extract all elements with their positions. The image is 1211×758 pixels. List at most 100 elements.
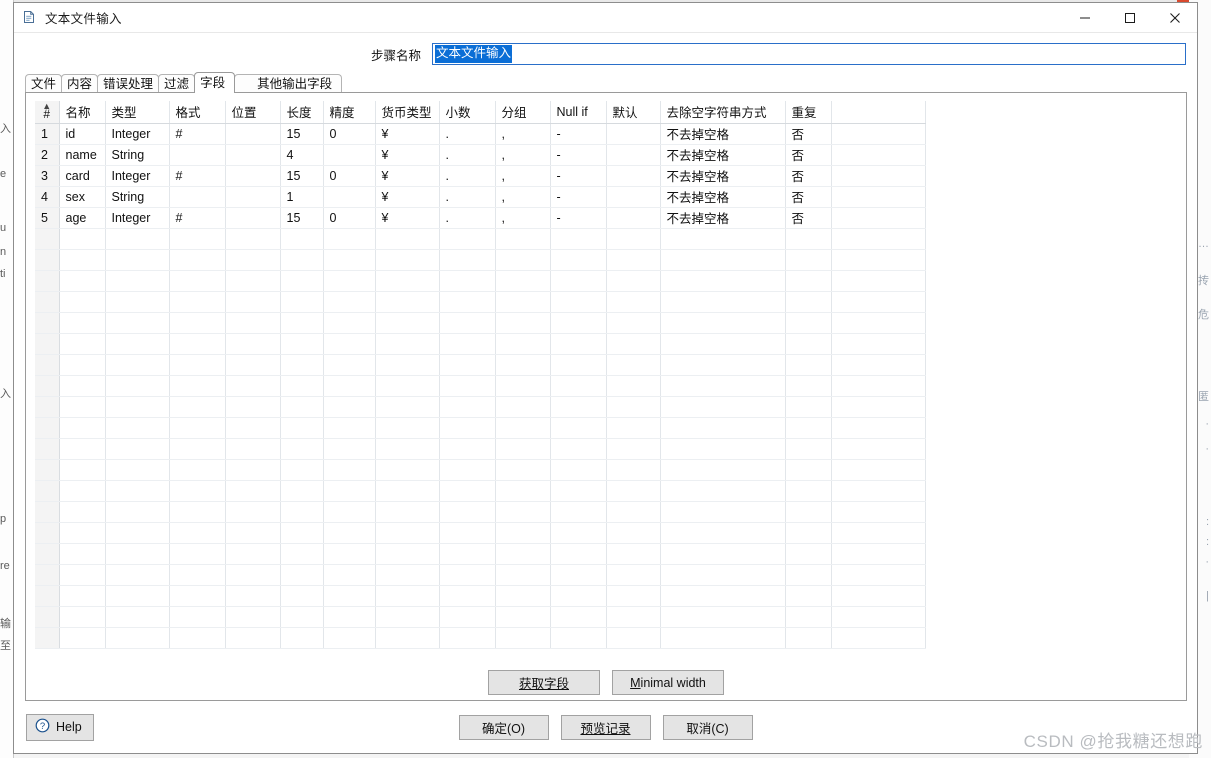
- cell-默认[interactable]: [606, 123, 661, 145]
- cell-货币类型[interactable]: ¥: [375, 186, 440, 208]
- cell-货币类型[interactable]: ¥: [375, 207, 440, 229]
- cell-精度[interactable]: 0: [323, 123, 376, 145]
- maximize-button[interactable]: [1107, 3, 1152, 32]
- cell-小数[interactable]: .: [439, 207, 496, 229]
- table-row-empty[interactable]: [35, 480, 926, 502]
- table-row-empty[interactable]: [35, 543, 926, 565]
- cell-分组[interactable]: ,: [495, 207, 551, 229]
- cell-类型[interactable]: Integer: [105, 123, 170, 145]
- grid-col-format[interactable]: 格式: [169, 101, 226, 124]
- tab-error-handling[interactable]: 错误处理: [97, 74, 160, 93]
- grid-col-decimal[interactable]: 小数: [439, 101, 496, 124]
- cell-去除空字符串方式[interactable]: 不去掉空格: [660, 144, 786, 166]
- cell-类型[interactable]: Integer: [105, 165, 170, 187]
- cell-格式[interactable]: [169, 144, 226, 166]
- table-row-empty[interactable]: [35, 228, 926, 250]
- cell-去除空字符串方式[interactable]: 不去掉空格: [660, 207, 786, 229]
- cell-小数[interactable]: .: [439, 165, 496, 187]
- table-row-empty[interactable]: [35, 333, 926, 355]
- grid-col-trim-type[interactable]: 去除空字符串方式: [660, 101, 786, 124]
- grid-col-name[interactable]: 名称: [59, 101, 106, 124]
- help-button[interactable]: ? Help: [26, 713, 94, 741]
- cell-精度[interactable]: [323, 186, 376, 208]
- cell-货币类型[interactable]: ¥: [375, 123, 440, 145]
- preview-records-button[interactable]: 预览记录: [560, 714, 651, 740]
- grid-col-repeat[interactable]: 重复: [785, 101, 832, 124]
- cell-精度[interactable]: 0: [323, 207, 376, 229]
- cell-类型[interactable]: Integer: [105, 207, 170, 229]
- cell-格式[interactable]: #: [169, 123, 226, 145]
- table-row-empty[interactable]: [35, 249, 926, 271]
- cell-名称[interactable]: name: [59, 144, 106, 166]
- cell-货币类型[interactable]: ¥: [375, 144, 440, 166]
- table-row-empty[interactable]: [35, 501, 926, 523]
- cell-位置[interactable]: [225, 144, 281, 166]
- cell-Null if[interactable]: -: [550, 207, 607, 229]
- grid-col-position[interactable]: 位置: [225, 101, 281, 124]
- cell-长度[interactable]: 15: [280, 165, 324, 187]
- cell-Null if[interactable]: -: [550, 186, 607, 208]
- table-row-empty[interactable]: [35, 522, 926, 544]
- cell-精度[interactable]: [323, 144, 376, 166]
- table-row[interactable]: 5 age Integer #15 0 ¥., - 不去掉空格否: [35, 207, 926, 229]
- cell-Null if[interactable]: -: [550, 165, 607, 187]
- tab-additional-output-fields[interactable]: 其他输出字段: [234, 74, 343, 93]
- cell-去除空字符串方式[interactable]: 不去掉空格: [660, 186, 786, 208]
- grid-col-rownum[interactable]: ▲ #: [35, 101, 60, 124]
- cell-位置[interactable]: [225, 186, 281, 208]
- table-row[interactable]: 4 sex String 1 ¥., - 不去掉空格否: [35, 186, 926, 208]
- tab-file[interactable]: 文件: [25, 74, 63, 93]
- cell-长度[interactable]: 15: [280, 207, 324, 229]
- cell-类型[interactable]: String: [105, 186, 170, 208]
- table-row[interactable]: 3 card Integer #15 0 ¥., - 不去掉空格否: [35, 165, 926, 187]
- cell-去除空字符串方式[interactable]: 不去掉空格: [660, 123, 786, 145]
- table-row-empty[interactable]: [35, 585, 926, 607]
- step-name-input[interactable]: 文本文件输入: [432, 43, 1186, 65]
- cell-重复[interactable]: 否: [785, 144, 832, 166]
- grid-col-currency[interactable]: 货币类型: [375, 101, 440, 124]
- cell-分组[interactable]: ,: [495, 144, 551, 166]
- cell-重复[interactable]: 否: [785, 165, 832, 187]
- cell-小数[interactable]: .: [439, 186, 496, 208]
- cell-Null if[interactable]: -: [550, 144, 607, 166]
- tab-fields[interactable]: 字段: [194, 72, 236, 93]
- close-button[interactable]: [1152, 3, 1197, 32]
- cell-默认[interactable]: [606, 207, 661, 229]
- cell-名称[interactable]: sex: [59, 186, 106, 208]
- table-row-empty[interactable]: [35, 375, 926, 397]
- cell-名称[interactable]: id: [59, 123, 106, 145]
- table-row-empty[interactable]: [35, 606, 926, 628]
- fields-grid-container[interactable]: ▲ # 名称 类型 格式 位置 长度 精度 货币类型 小数 分组 Null if: [35, 101, 926, 662]
- cell-精度[interactable]: 0: [323, 165, 376, 187]
- table-row-empty[interactable]: [35, 354, 926, 376]
- cell-格式[interactable]: [169, 186, 226, 208]
- table-row[interactable]: 2 name String 4 ¥., - 不去掉空格否: [35, 144, 926, 166]
- tab-filter[interactable]: 过滤: [158, 74, 196, 93]
- grid-col-null-if[interactable]: Null if: [550, 101, 607, 124]
- cell-类型[interactable]: String: [105, 144, 170, 166]
- grid-col-group[interactable]: 分组: [495, 101, 551, 124]
- table-row-empty[interactable]: [35, 627, 926, 649]
- cell-默认[interactable]: [606, 186, 661, 208]
- table-row-empty[interactable]: [35, 438, 926, 460]
- table-row-empty[interactable]: [35, 417, 926, 439]
- cell-位置[interactable]: [225, 207, 281, 229]
- get-fields-button[interactable]: 获取字段: [488, 670, 600, 695]
- cell-小数[interactable]: .: [439, 144, 496, 166]
- tab-content[interactable]: 内容: [61, 74, 99, 93]
- cell-格式[interactable]: #: [169, 165, 226, 187]
- table-row[interactable]: 1 id Integer #15 0 ¥., - 不去掉空格否: [35, 123, 926, 145]
- minimal-width-button[interactable]: Minimal width: [612, 670, 724, 695]
- table-row-empty[interactable]: [35, 396, 926, 418]
- cell-重复[interactable]: 否: [785, 123, 832, 145]
- grid-col-type[interactable]: 类型: [105, 101, 170, 124]
- minimize-button[interactable]: [1062, 3, 1107, 32]
- cell-位置[interactable]: [225, 165, 281, 187]
- grid-col-length[interactable]: 长度: [280, 101, 324, 124]
- cell-长度[interactable]: 1: [280, 186, 324, 208]
- cell-分组[interactable]: ,: [495, 186, 551, 208]
- table-row-empty[interactable]: [35, 564, 926, 586]
- ok-button[interactable]: 确定(O): [458, 714, 549, 740]
- cell-Null if[interactable]: -: [550, 123, 607, 145]
- table-row-empty[interactable]: [35, 270, 926, 292]
